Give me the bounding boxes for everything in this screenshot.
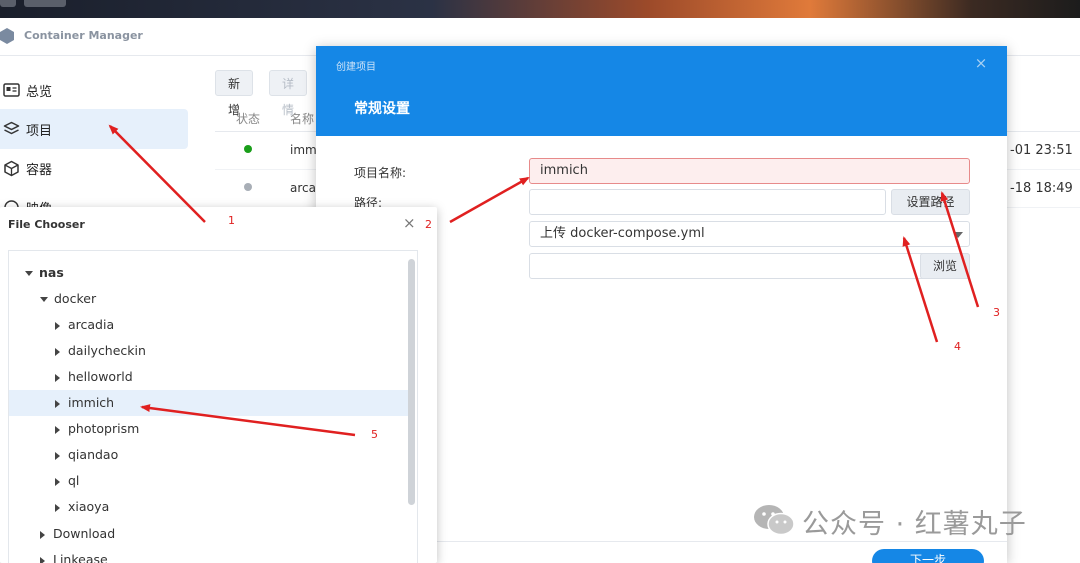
annotation-label-2: 2 [425, 218, 432, 231]
tree-scrollbar[interactable] [408, 259, 415, 505]
column-status[interactable]: 状态 [236, 110, 260, 127]
tree-item-ql[interactable]: ql [9, 468, 409, 494]
tree-item-qiandao[interactable]: qiandao [9, 442, 409, 468]
annotation-label-5: 5 [371, 428, 378, 441]
project-name: imm [290, 143, 317, 157]
taskbar-button[interactable] [0, 0, 16, 7]
tree-item-docker[interactable]: docker [9, 286, 409, 312]
close-icon[interactable]: × [403, 215, 416, 231]
caret-right-icon[interactable] [55, 347, 60, 356]
caret-right-icon[interactable] [55, 399, 60, 408]
tree-item-helloworld[interactable]: helloworld [9, 364, 409, 390]
file-input[interactable] [529, 253, 970, 279]
next-button[interactable]: 下一步 [872, 549, 984, 563]
caret-right-icon[interactable] [55, 451, 60, 460]
overview-icon [2, 81, 20, 99]
project-time: -01 23:51 [1010, 143, 1073, 158]
annotation-label-1: 1 [228, 214, 235, 227]
tree-item-photoprism[interactable]: photoprism [9, 416, 409, 442]
path-input[interactable] [529, 189, 886, 215]
caret-right-icon[interactable] [55, 425, 60, 434]
watermark: 公众号 · 红薯丸子 [752, 500, 1052, 540]
source-select-value: 上传 docker-compose.yml [540, 226, 705, 241]
caret-right-icon[interactable] [40, 556, 45, 563]
cube-icon [2, 159, 20, 177]
project-name-label: 项目名称: [354, 166, 407, 180]
new-button[interactable]: 新增 [215, 70, 254, 117]
status-running-icon [244, 145, 252, 153]
caret-down-icon[interactable] [40, 297, 48, 302]
annotation-label-3: 3 [993, 306, 1000, 319]
sidebar-item-overview[interactable]: 总览 [0, 70, 188, 110]
file-chooser-title: File Chooser [8, 218, 85, 231]
file-chooser-dialog: File Chooser × nas docker arcadia dailyc… [0, 207, 437, 563]
app-title: Container Manager [24, 29, 143, 42]
container-manager-logo-icon [0, 28, 14, 44]
desktop-wallpaper-strip [0, 0, 1080, 18]
sidebar-item-label: 容器 [26, 162, 53, 178]
taskbar-button[interactable] [24, 0, 66, 7]
project-name: arca [290, 181, 316, 195]
sidebar-item-label: 总览 [26, 84, 53, 100]
tree-item-dailycheckin[interactable]: dailycheckin [9, 338, 409, 364]
watermark-text: 公众号 · 红薯丸子 [802, 509, 1027, 540]
folder-tree: nas docker arcadia dailycheckin hellowor… [8, 250, 418, 563]
column-name[interactable]: 名称 [290, 110, 314, 127]
tree-item-nas[interactable]: nas [9, 260, 409, 286]
sidebar-item-container[interactable]: 容器 [0, 148, 188, 188]
set-path-button[interactable]: 设置路径 [891, 189, 970, 215]
caret-right-icon[interactable] [55, 503, 60, 512]
annotation-label-4: 4 [954, 340, 961, 353]
caret-right-icon[interactable] [55, 321, 60, 330]
tree-item-arcadia[interactable]: arcadia [9, 312, 409, 338]
close-icon[interactable]: × [973, 55, 989, 71]
sidebar-item-project[interactable]: 项目 [0, 109, 188, 149]
tree-item-immich[interactable]: immich [9, 390, 409, 416]
project-name-input[interactable]: immich [529, 158, 970, 184]
browse-button[interactable]: 浏览 [920, 253, 970, 279]
status-stopped-icon [244, 183, 252, 191]
dialog-header: 创建项目 × 常规设置 [316, 46, 1007, 136]
dialog-title: 创建项目 [336, 62, 376, 73]
source-select[interactable]: 上传 docker-compose.yml [529, 221, 970, 247]
sidebar-item-label: 项目 [26, 123, 53, 139]
caret-down-icon[interactable] [25, 271, 33, 276]
caret-right-icon[interactable] [55, 373, 60, 382]
tree-item-download[interactable]: Download [9, 521, 409, 547]
project-time: -18 18:49 [1010, 181, 1073, 196]
wechat-logo-icon [754, 505, 795, 536]
section-title: 常规设置 [354, 101, 410, 117]
detail-button[interactable]: 详情 [269, 70, 308, 117]
layers-icon [2, 120, 20, 138]
tree-item-linkease[interactable]: Linkease [9, 547, 409, 563]
caret-right-icon[interactable] [55, 477, 60, 486]
caret-right-icon[interactable] [40, 530, 45, 539]
tree-item-xiaoya[interactable]: xiaoya [9, 494, 409, 520]
chevron-down-icon [953, 232, 963, 238]
